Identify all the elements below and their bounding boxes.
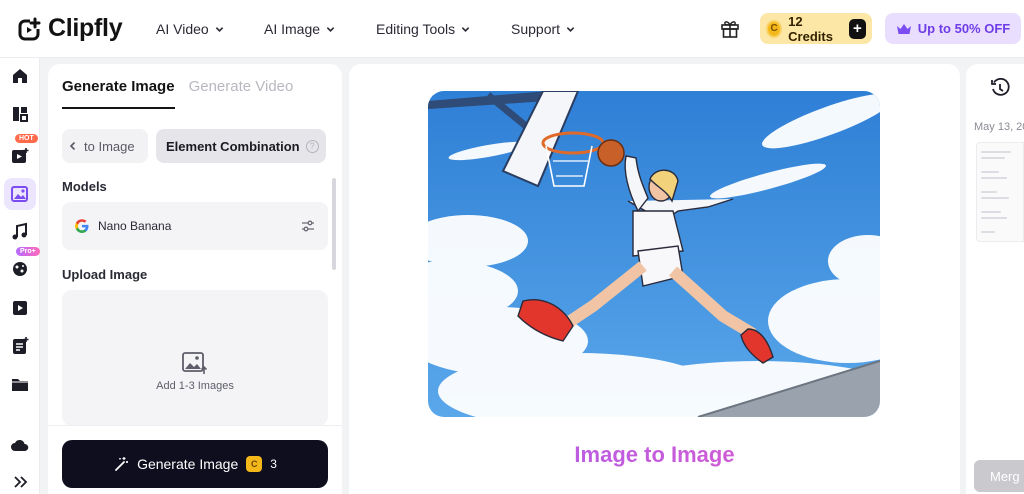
coin-icon: C xyxy=(246,456,263,472)
tab-generate-video[interactable]: Generate Video xyxy=(189,78,294,109)
credits-label: 12 Credits xyxy=(788,13,833,44)
merge-button[interactable]: Merg xyxy=(974,460,1024,492)
left-rail: HOT Pro+ xyxy=(0,58,40,494)
chevron-down-icon xyxy=(326,26,335,32)
coin-icon: C xyxy=(766,19,783,38)
magic-wand-icon xyxy=(115,457,129,471)
home-icon[interactable] xyxy=(10,66,30,86)
generate-image-button[interactable]: Generate Image C 3 xyxy=(62,440,328,488)
history-panel: May 13, 20 Merg xyxy=(966,64,1024,494)
mode-subtabs: to Image Element Combination ? xyxy=(62,129,326,163)
nav-ai-image[interactable]: AI Image xyxy=(264,20,376,38)
thumb-line xyxy=(981,231,995,233)
thumb-line xyxy=(981,157,1005,159)
top-bar: Clipfly AI Video AI Image Editing Tools … xyxy=(0,0,1024,58)
brand-name: Clipfly xyxy=(48,14,123,42)
nav-label: AI Video xyxy=(156,21,209,37)
generate-label: Generate Image xyxy=(137,456,239,472)
merge-label: Merg xyxy=(990,468,1020,484)
thumb-line xyxy=(981,217,1007,219)
thumb-line xyxy=(981,191,997,193)
thumb-line xyxy=(981,211,1001,213)
google-icon xyxy=(75,219,89,233)
generate-cost: 3 xyxy=(270,457,277,471)
credits-button[interactable]: C 12 Credits + xyxy=(760,13,872,44)
nav-label: AI Image xyxy=(264,21,321,37)
subtab-label: to Image xyxy=(84,138,135,154)
folder-icon[interactable] xyxy=(10,374,30,394)
main-nav: AI Video AI Image Editing Tools Support xyxy=(156,20,591,38)
generate-footer: Generate Image C 3 xyxy=(48,425,342,494)
add-credits-button[interactable]: + xyxy=(848,18,866,39)
upload-hint: Add 1-3 Images xyxy=(156,380,234,392)
crown-icon xyxy=(896,23,911,34)
chevron-down-icon xyxy=(566,26,575,32)
model-name: Nano Banana xyxy=(98,219,172,233)
chevron-down-icon xyxy=(461,26,470,32)
help-icon[interactable]: ? xyxy=(305,139,319,153)
hero-illustration xyxy=(428,91,880,417)
pro-badge: Pro+ xyxy=(16,247,40,256)
gift-icon[interactable] xyxy=(720,18,740,38)
thumb-line xyxy=(981,177,1007,179)
preview-area: Image to Image xyxy=(349,64,960,494)
model-selector[interactable]: Nano Banana xyxy=(62,202,328,250)
settings-sliders-icon[interactable] xyxy=(300,218,316,234)
subtab-element-combination[interactable]: Element Combination ? xyxy=(156,129,326,163)
logo[interactable]: Clipfly xyxy=(18,14,123,43)
clipfly-logo-icon xyxy=(18,16,42,40)
chevron-down-icon xyxy=(215,26,223,32)
templates-icon[interactable] xyxy=(10,104,30,124)
nav-label: Support xyxy=(511,21,561,37)
models-label: Models xyxy=(62,179,107,194)
history-icon[interactable] xyxy=(990,78,1010,98)
promo-label: Up to 50% OFF xyxy=(917,21,1011,36)
video-icon[interactable] xyxy=(10,146,30,166)
nav-label: Editing Tools xyxy=(376,21,456,37)
nav-support[interactable]: Support xyxy=(511,20,591,38)
effects-icon[interactable] xyxy=(10,258,30,278)
thumb-line xyxy=(981,151,1011,153)
image-generator-icon[interactable] xyxy=(10,184,30,204)
cloud-icon[interactable] xyxy=(10,436,30,456)
page-title: Image to Image xyxy=(349,442,960,468)
nav-ai-video[interactable]: AI Video xyxy=(156,20,264,38)
chevron-left-icon[interactable] xyxy=(68,141,78,151)
music-icon[interactable] xyxy=(10,222,30,242)
player-icon[interactable] xyxy=(10,298,30,318)
history-date: May 13, 20 xyxy=(974,121,1024,133)
tab-generate-image[interactable]: Generate Image xyxy=(62,78,175,109)
panel-scrollbar[interactable] xyxy=(332,178,336,270)
upgrade-promo-button[interactable]: Up to 50% OFF xyxy=(885,13,1021,44)
thumb-line xyxy=(981,197,1009,199)
thumb-line xyxy=(981,171,999,173)
image-upload-icon xyxy=(182,352,208,374)
upload-label: Upload Image xyxy=(62,267,148,282)
script-icon[interactable] xyxy=(10,336,30,356)
panel-tabs: Generate Image Generate Video xyxy=(62,78,293,109)
nav-editing-tools[interactable]: Editing Tools xyxy=(376,20,511,38)
history-thumbnail[interactable] xyxy=(976,142,1024,242)
subtab-image-to-image[interactable]: to Image xyxy=(62,129,148,163)
expand-icon[interactable] xyxy=(10,472,30,492)
hot-badge: HOT xyxy=(15,134,38,143)
subtab-label: Element Combination xyxy=(166,138,300,154)
upload-dropzone[interactable]: Add 1-3 Images xyxy=(62,290,328,426)
